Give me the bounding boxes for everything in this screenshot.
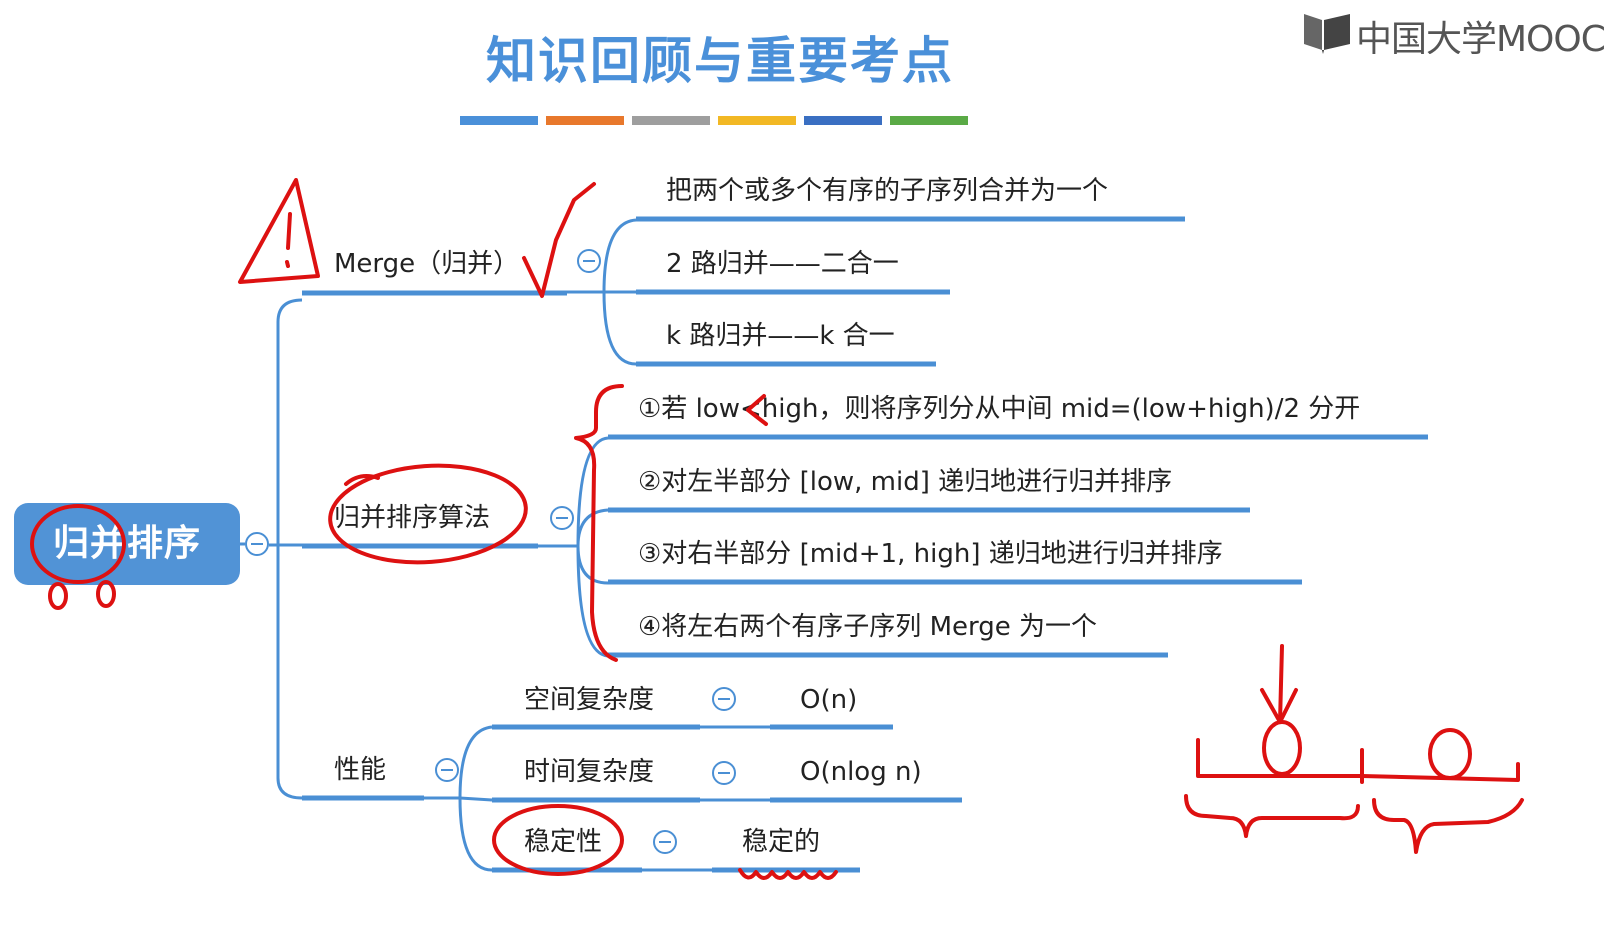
collapse-minus-icon[interactable] (549, 505, 575, 531)
node-merge-sort-algorithm[interactable]: 归并排序算法 (334, 500, 490, 536)
merge-child[interactable]: 把两个或多个有序的子序列合并为一个 (666, 173, 1108, 209)
collapse-minus-icon[interactable] (576, 248, 602, 274)
collapse-minus-icon[interactable] (244, 531, 270, 557)
collapse-minus-icon[interactable] (711, 760, 737, 786)
perf-item-value[interactable]: O(nlog n) (800, 754, 922, 790)
perf-item-label[interactable]: 空间复杂度 (524, 682, 654, 718)
merge-child[interactable]: 2 路归并——二合一 (666, 246, 899, 282)
algorithm-step[interactable]: ④将左右两个有序子序列 Merge 为一个 (638, 609, 1097, 645)
perf-item-value[interactable]: O(n) (800, 682, 857, 718)
collapse-minus-icon[interactable] (434, 757, 460, 783)
perf-item-value[interactable]: 稳定的 (742, 824, 820, 860)
node-performance[interactable]: 性能 (334, 752, 386, 788)
root-node-label: 归并排序 (52, 523, 201, 564)
algorithm-step[interactable]: ③对右半部分 [mid+1, high] 递归地进行归并排序 (638, 536, 1223, 572)
perf-item-label[interactable]: 稳定性 (524, 824, 602, 860)
collapse-minus-icon[interactable] (652, 829, 678, 855)
algorithm-step[interactable]: ①若 low<high，则将序列分从中间 mid=(low+high)/2 分开 (638, 391, 1360, 427)
algorithm-step[interactable]: ②对左半部分 [low, mid] 递归地进行归并排序 (638, 464, 1172, 500)
perf-item-label[interactable]: 时间复杂度 (524, 754, 654, 790)
node-merge[interactable]: Merge（归并） (334, 246, 519, 282)
merge-child[interactable]: k 路归并——k 合一 (666, 318, 895, 354)
root-node[interactable]: 归并排序 (14, 503, 240, 585)
collapse-minus-icon[interactable] (711, 686, 737, 712)
